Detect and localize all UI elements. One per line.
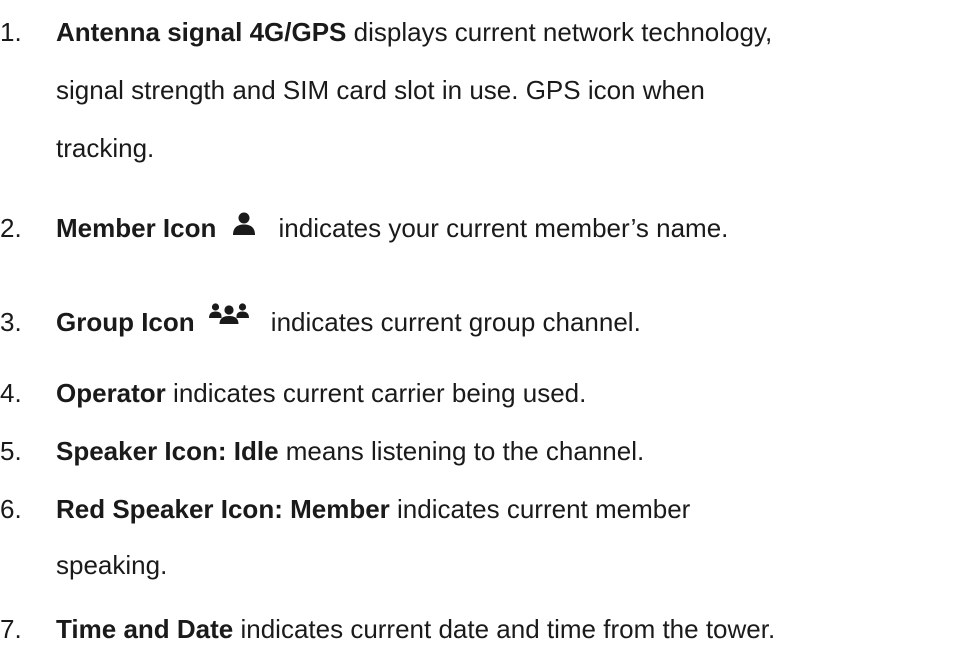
item-line: Member Icon indicates your current membe…: [56, 210, 728, 246]
item-line: Red Speaker Icon: Member indicates curre…: [56, 491, 690, 527]
item-text: indicates current carrier being used.: [165, 378, 587, 408]
item-line: Group Icon indicates current group chann…: [56, 301, 641, 340]
item-line: Antenna signal 4G/GPS displays current n…: [56, 14, 772, 50]
item-line: Operator indicates current carrier being…: [56, 375, 586, 411]
item-term: Time and Date: [56, 614, 234, 644]
item-term: Red Speaker Icon: Member: [56, 494, 390, 524]
item-number: 2.: [0, 213, 22, 243]
item-number: 7.: [0, 614, 22, 644]
item-number: 4.: [0, 378, 22, 408]
item-term: Operator: [56, 378, 166, 408]
person-icon: [231, 211, 257, 237]
item-line-continued: speaking.: [56, 547, 167, 583]
item-text: displays current network technology,: [346, 17, 773, 47]
item-text: indicates current member: [389, 494, 691, 524]
item-text: means listening to the channel.: [278, 436, 645, 466]
item-term: Speaker Icon: Idle: [56, 436, 279, 466]
item-term: Member Icon: [56, 213, 217, 243]
item-line: Speaker Icon: Idle means listening to th…: [56, 433, 644, 469]
item-number: 3.: [0, 307, 22, 337]
item-line-continued: tracking.: [56, 130, 154, 166]
item-line-continued: signal strength and SIM card slot in use…: [56, 72, 705, 108]
item-text: tracking.: [56, 133, 155, 163]
item-number: 5.: [0, 436, 22, 466]
item-term: Antenna signal 4G/GPS: [56, 17, 347, 47]
item-text: signal strength and SIM card slot in use…: [56, 75, 705, 105]
item-term: Group Icon: [56, 307, 195, 337]
item-number: 6.: [0, 494, 22, 524]
item-text: speaking.: [56, 550, 168, 580]
item-line: Time and Date indicates current date and…: [56, 611, 775, 647]
item-text: indicates current group channel.: [263, 307, 641, 337]
item-text: indicates your current member’s name.: [271, 213, 729, 243]
group-icon: [209, 301, 250, 327]
feature-list: 1. Antenna signal 4G/GPS displays curren…: [0, 0, 976, 644]
item-text: indicates current date and time from the…: [233, 614, 776, 644]
item-number: 1.: [0, 17, 22, 47]
